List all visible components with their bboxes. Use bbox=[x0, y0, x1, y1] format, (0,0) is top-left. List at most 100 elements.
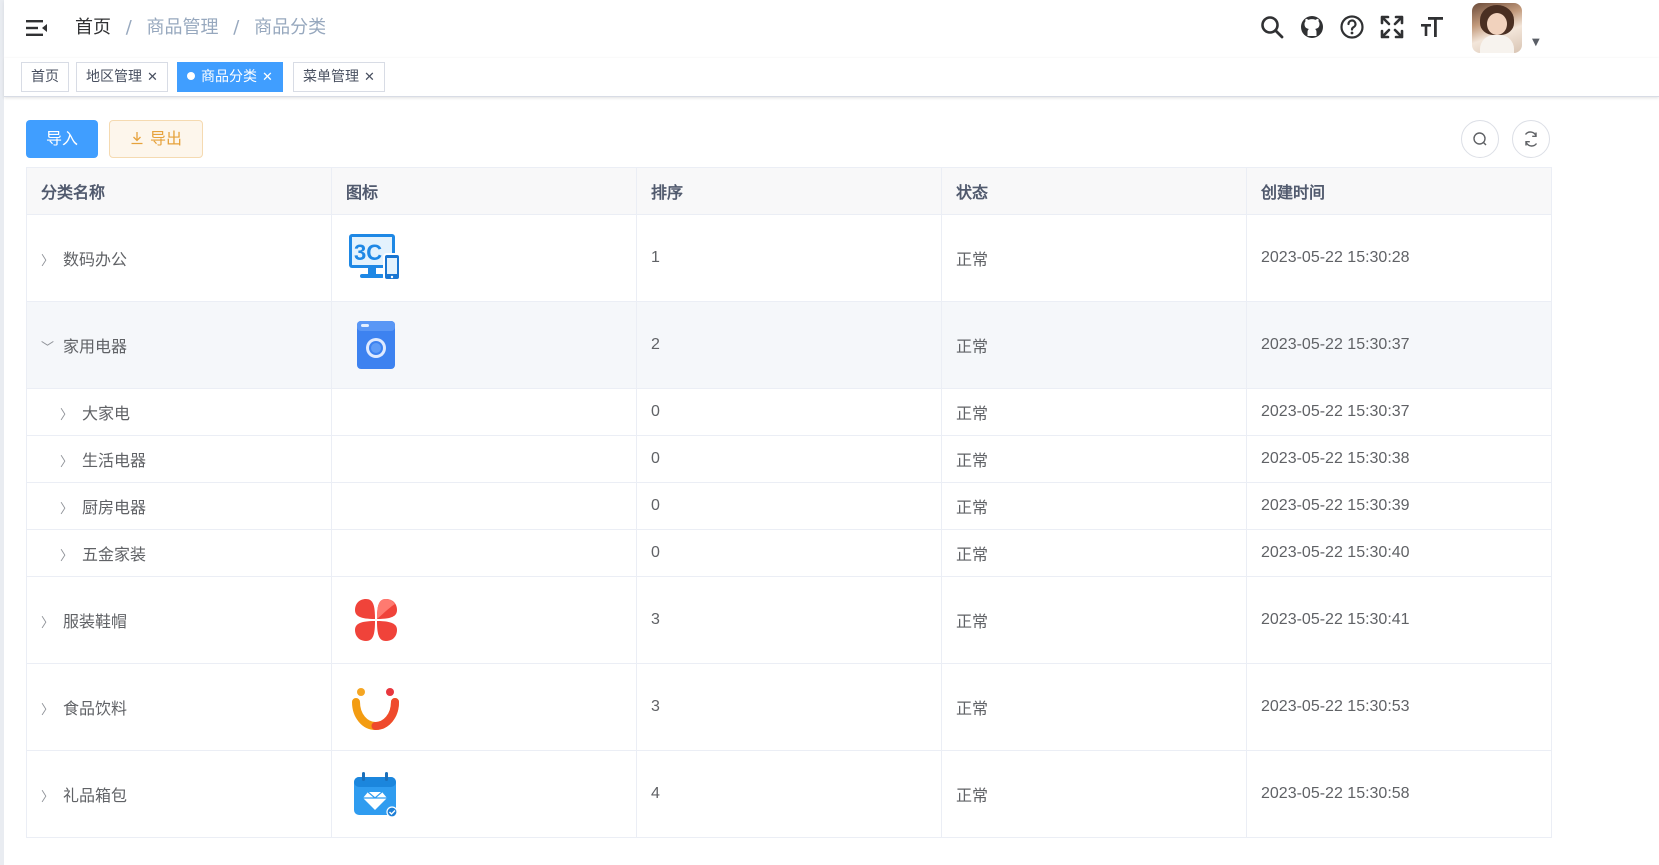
tag-home[interactable]: 首页 bbox=[21, 62, 69, 92]
close-icon[interactable]: ✕ bbox=[262, 64, 273, 92]
tag-label: 地区管理 bbox=[86, 69, 142, 85]
3c-icon: 3C bbox=[349, 234, 401, 281]
status-value: 正常 bbox=[941, 750, 1247, 838]
status-value: 正常 bbox=[941, 576, 1247, 664]
created-time: 2023-05-22 15:30:37 bbox=[1246, 301, 1552, 389]
gift-calendar-icon bbox=[354, 772, 398, 818]
close-icon[interactable]: ✕ bbox=[147, 64, 158, 92]
status-value: 正常 bbox=[941, 301, 1247, 389]
category-name: 食品饮料 bbox=[63, 699, 128, 718]
tag-label: 首页 bbox=[31, 69, 59, 85]
sort-value: 0 bbox=[636, 529, 942, 577]
expand-icon[interactable]: 〉 bbox=[60, 451, 76, 470]
washing-machine-icon bbox=[357, 321, 395, 369]
icon-cell-empty bbox=[331, 435, 637, 483]
category-table: 分类名称 图标 排序 状态 创建时间 〉数码办公 3C 1 正常 2023-05… bbox=[26, 167, 1552, 838]
status-value: 正常 bbox=[941, 214, 1247, 302]
status-value: 正常 bbox=[941, 435, 1247, 483]
icon-cell-empty bbox=[331, 388, 637, 436]
breadcrumb: 首页 / 商品管理 / 商品分类 bbox=[75, 16, 326, 40]
table-row[interactable]: 〉礼品箱包 4 正常 2023-05-22 15:30:58 bbox=[26, 750, 1552, 838]
category-name: 五金家装 bbox=[82, 545, 147, 564]
breadcrumb-item[interactable]: 商品管理 bbox=[147, 17, 219, 38]
expand-icon[interactable]: 〉 bbox=[41, 786, 57, 805]
fullscreen-icon[interactable] bbox=[1378, 13, 1406, 41]
table-row[interactable]: 〉服装鞋帽 3 正常 2023-05-22 15:30:41 bbox=[26, 576, 1552, 664]
status-value: 正常 bbox=[941, 388, 1247, 436]
tags-view: 首页 地区管理 ✕ 商品分类 ✕ 菜单管理 ✕ bbox=[4, 58, 1659, 97]
created-time: 2023-05-22 15:30:38 bbox=[1246, 435, 1552, 483]
export-button[interactable]: 导出 bbox=[109, 120, 203, 158]
expand-icon[interactable]: 〉 bbox=[41, 699, 57, 718]
expand-icon[interactable]: 〉 bbox=[60, 545, 76, 564]
sort-value: 4 bbox=[636, 750, 942, 838]
active-dot-icon bbox=[187, 72, 195, 80]
created-time: 2023-05-22 15:30:53 bbox=[1246, 663, 1552, 751]
column-header-icon: 图标 bbox=[331, 167, 637, 215]
table-row[interactable]: ﹀ 家用电器 2 正常 2023-05-22 15:30:37 bbox=[26, 301, 1552, 389]
avatar-face bbox=[1487, 13, 1507, 35]
search-toggle-button[interactable] bbox=[1461, 120, 1499, 158]
created-time: 2023-05-22 15:30:58 bbox=[1246, 750, 1552, 838]
navbar: 首页 / 商品管理 / 商品分类 bbox=[4, 0, 1659, 58]
expand-icon[interactable]: 〉 bbox=[60, 404, 76, 423]
category-name: 大家电 bbox=[82, 404, 131, 423]
tag-region[interactable]: 地区管理 ✕ bbox=[76, 62, 168, 92]
category-name: 服装鞋帽 bbox=[63, 612, 128, 631]
category-name: 礼品箱包 bbox=[63, 786, 128, 805]
breadcrumb-home[interactable]: 首页 bbox=[75, 17, 111, 38]
table-row[interactable]: 〉大家电 0 正常 2023-05-22 15:30:37 bbox=[26, 388, 1552, 436]
sort-value: 3 bbox=[636, 576, 942, 664]
import-button[interactable]: 导入 bbox=[26, 120, 98, 158]
sort-value: 0 bbox=[636, 435, 942, 483]
table-row[interactable]: 〉厨房电器 0 正常 2023-05-22 15:30:39 bbox=[26, 482, 1552, 530]
category-name: 生活电器 bbox=[82, 451, 147, 470]
expand-icon[interactable]: 〉 bbox=[41, 612, 57, 631]
sort-value: 0 bbox=[636, 388, 942, 436]
created-time: 2023-05-22 15:30:40 bbox=[1246, 529, 1552, 577]
sort-value: 2 bbox=[636, 301, 942, 389]
search-icon bbox=[1473, 132, 1487, 146]
table-row[interactable]: 〉生活电器 0 正常 2023-05-22 15:30:38 bbox=[26, 435, 1552, 483]
collapse-icon[interactable]: ﹀ bbox=[41, 337, 57, 356]
export-label: 导出 bbox=[149, 129, 182, 148]
table-row[interactable]: 〉五金家装 0 正常 2023-05-22 15:30:40 bbox=[26, 529, 1552, 577]
svg-text:3C: 3C bbox=[354, 240, 382, 265]
icon-cell-empty bbox=[331, 482, 637, 530]
github-icon[interactable] bbox=[1298, 13, 1326, 41]
table-row[interactable]: 〉食品饮料 3 正常 2023-05-22 15:30:53 bbox=[26, 663, 1552, 751]
question-icon[interactable] bbox=[1338, 13, 1366, 41]
close-icon[interactable]: ✕ bbox=[364, 64, 375, 92]
status-value: 正常 bbox=[941, 529, 1247, 577]
download-icon bbox=[131, 132, 143, 145]
tag-label: 菜单管理 bbox=[303, 69, 359, 85]
refresh-button[interactable] bbox=[1512, 120, 1550, 158]
hamburger-icon[interactable] bbox=[24, 15, 50, 41]
table-row[interactable]: 〉数码办公 3C 1 正常 2023-05-22 15:30:28 bbox=[26, 214, 1552, 302]
column-header-status: 状态 bbox=[941, 167, 1247, 215]
category-name: 厨房电器 bbox=[82, 498, 147, 517]
caret-down-icon[interactable]: ▼ bbox=[1532, 37, 1540, 48]
refresh-icon bbox=[1524, 131, 1538, 147]
tag-product-category[interactable]: 商品分类 ✕ bbox=[177, 62, 283, 92]
sort-value: 0 bbox=[636, 482, 942, 530]
created-time: 2023-05-22 15:30:41 bbox=[1246, 576, 1552, 664]
avatar-body bbox=[1480, 35, 1514, 53]
category-name: 家用电器 bbox=[63, 337, 128, 356]
created-time: 2023-05-22 15:30:37 bbox=[1246, 388, 1552, 436]
tag-label: 商品分类 bbox=[201, 69, 257, 85]
clover-icon bbox=[355, 599, 397, 641]
created-time: 2023-05-22 15:30:39 bbox=[1246, 482, 1552, 530]
search-icon[interactable] bbox=[1258, 13, 1286, 41]
expand-icon[interactable]: 〉 bbox=[60, 498, 76, 517]
sort-value: 1 bbox=[636, 214, 942, 302]
column-header-created: 创建时间 bbox=[1246, 167, 1552, 215]
icon-cell-empty bbox=[331, 529, 637, 577]
tag-menu[interactable]: 菜单管理 ✕ bbox=[293, 62, 385, 92]
breadcrumb-separator: / bbox=[125, 17, 132, 38]
font-size-icon[interactable] bbox=[1418, 13, 1446, 41]
category-name: 数码办公 bbox=[63, 250, 128, 269]
expand-icon[interactable]: 〉 bbox=[41, 250, 57, 269]
user-avatar[interactable] bbox=[1472, 3, 1522, 53]
created-time: 2023-05-22 15:30:28 bbox=[1246, 214, 1552, 302]
